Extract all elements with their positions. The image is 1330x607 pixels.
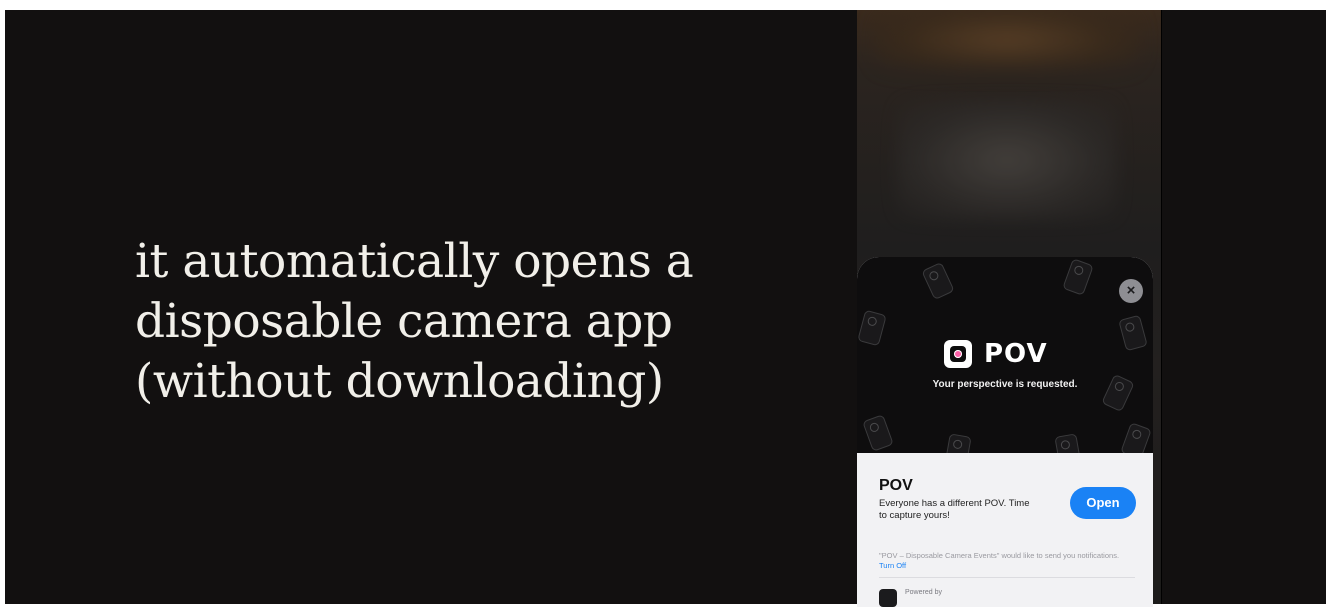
powered-by-label: Powered by — [905, 589, 942, 596]
phone-edge — [1161, 10, 1162, 604]
pov-logo: POV — [944, 339, 1048, 369]
phone-pattern-icon — [857, 309, 887, 347]
caption-text: it automatically opens a disposable came… — [135, 232, 755, 412]
phone-pattern-icon — [1120, 422, 1152, 453]
phone-pattern-icon — [862, 414, 894, 452]
phone-pattern-icon — [921, 261, 955, 301]
caption-line-2: disposable camera app — [135, 294, 673, 349]
blurred-background-top — [877, 10, 1137, 70]
open-button[interactable]: Open — [1070, 487, 1136, 519]
phone-pattern-icon — [1118, 314, 1148, 352]
app-clip-info: POV Everyone has a different POV. Time t… — [857, 453, 1153, 607]
divider — [879, 577, 1135, 578]
pov-logo-wordmark: POV — [984, 339, 1048, 369]
powered-by-row: Powered by — [879, 589, 942, 607]
app-clip-tagline: Your perspective is requested. — [932, 379, 1078, 390]
pov-logo-icon — [944, 340, 972, 368]
caption-line-3: (without downloading) — [135, 354, 664, 409]
blurred-background-middle — [897, 100, 1117, 220]
app-description: Everyone has a different POV. Time to ca… — [879, 498, 1030, 521]
close-icon[interactable]: × — [1119, 279, 1143, 303]
phone-pattern-icon — [1054, 433, 1082, 453]
app-clip-card: × POV Your perspective is requested. POV… — [857, 257, 1153, 607]
app-icon — [879, 589, 897, 607]
turn-off-link[interactable]: Turn Off — [879, 561, 906, 570]
caption-line-1: it automatically opens a — [135, 234, 694, 289]
app-name: POV — [879, 477, 913, 494]
phone-pattern-icon — [944, 433, 972, 453]
phone-pattern-icon — [1062, 258, 1094, 296]
notification-text: "POV – Disposable Camera Events" would l… — [879, 551, 1120, 560]
app-clip-hero: × POV Your perspective is requested. — [857, 257, 1153, 453]
notification-notice: "POV – Disposable Camera Events" would l… — [879, 551, 1135, 571]
